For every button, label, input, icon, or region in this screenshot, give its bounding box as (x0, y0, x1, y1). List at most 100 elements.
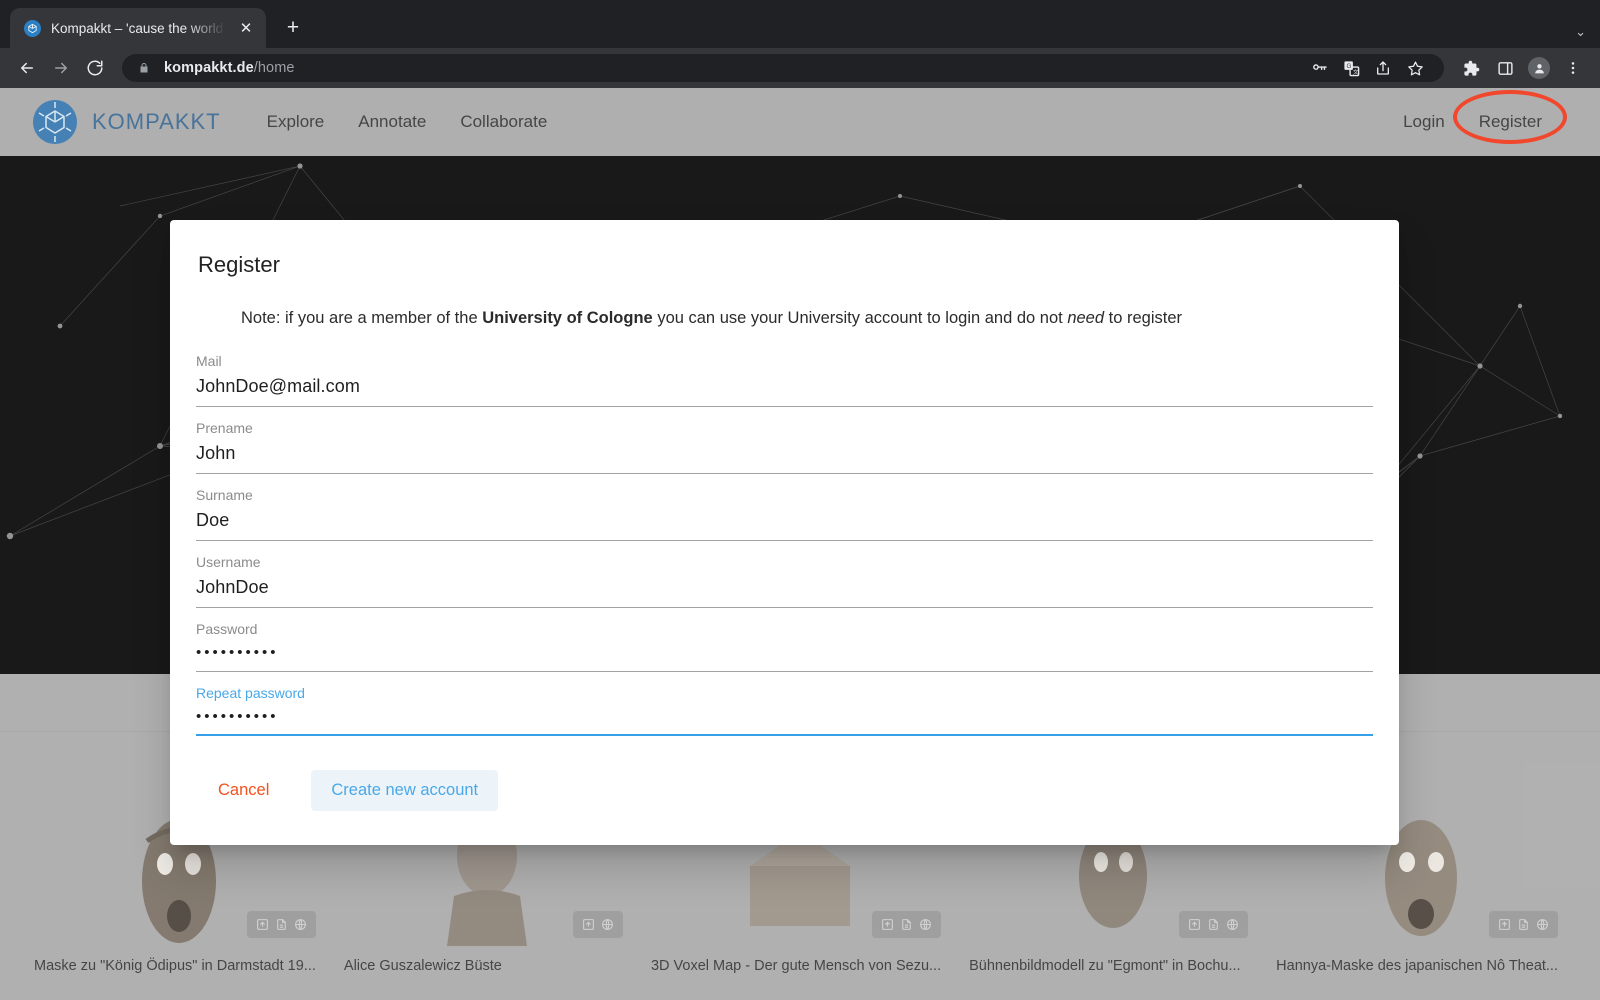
surname-input[interactable]: Doe (196, 510, 1373, 542)
note-after: to register (1104, 309, 1182, 327)
gallery-thumbnail (24, 992, 334, 1000)
translate-icon[interactable]: G文 (1336, 53, 1366, 83)
dialog-actions: Cancel Create new account (196, 770, 1373, 812)
thumbnail-badges (572, 911, 623, 938)
share-icon[interactable] (1368, 53, 1398, 83)
field-repeat-password: Repeat password •••••••••• (196, 685, 1373, 737)
cancel-button[interactable]: Cancel (198, 770, 289, 811)
site-logo[interactable]: KOMPAKKT (30, 97, 221, 147)
gallery-card[interactable] (24, 992, 334, 1000)
globe-icon[interactable] (292, 916, 309, 933)
field-label: Prename (196, 420, 253, 437)
login-button[interactable]: Login (1403, 112, 1445, 132)
upload-icon[interactable] (879, 916, 896, 933)
note-italic: need (1067, 309, 1105, 327)
field-label: Repeat password (196, 685, 305, 702)
side-panel-icon[interactable] (1490, 53, 1520, 83)
create-account-button[interactable]: Create new account (311, 770, 499, 812)
kompakkt-cube-logo-icon (30, 97, 80, 147)
thumbnail-badges (1489, 911, 1558, 938)
note-bold: University of Cologne (482, 309, 653, 327)
reload-icon[interactable] (80, 53, 110, 83)
field-mail: Mail JohnDoe@mail.com (196, 353, 1373, 408)
gallery-thumbnail (645, 992, 955, 1000)
dialog-note: Note: if you are a member of the Univers… (241, 308, 1373, 329)
kompakkt-favicon (24, 19, 41, 37)
note-before: Note: if you are a member of the (241, 309, 483, 327)
upload-icon[interactable] (580, 916, 597, 933)
new-tab-button[interactable]: + (278, 13, 308, 43)
avatar (1528, 57, 1550, 79)
nav-item-explore[interactable]: Explore (267, 112, 325, 132)
dialog-title: Register (198, 252, 280, 277)
field-label: Mail (196, 353, 222, 370)
tab-title: Kompakkt – 'cause the world is (51, 20, 226, 36)
upload-icon[interactable] (254, 916, 271, 933)
address-bar-url: kompakkt.de/home (164, 60, 295, 76)
site-logo-text: KOMPAKKT (92, 109, 221, 134)
gallery-card[interactable] (1266, 992, 1576, 1000)
password-key-icon[interactable] (1304, 53, 1334, 83)
field-password: Password •••••••••• (196, 621, 1373, 673)
close-icon[interactable]: ✕ (236, 18, 256, 38)
document-icon[interactable] (273, 916, 290, 933)
chevron-down-icon[interactable]: ⌄ (1575, 24, 1586, 40)
gallery-caption: Hannya-Maske des japanischen Nô Theat... (1276, 958, 1558, 974)
gallery-card[interactable] (334, 992, 644, 1000)
register-button-label: Register (1478, 112, 1542, 131)
browser-tab[interactable]: Kompakkt – 'cause the world is ✕ (10, 8, 266, 48)
repeat-password-input[interactable]: •••••••••• (196, 708, 1373, 737)
site-header: KOMPAKKT Explore Annotate Collaborate Lo… (0, 88, 1600, 156)
gallery-card[interactable] (955, 992, 1265, 1000)
field-surname: Surname Doe (196, 487, 1373, 542)
three-dot-menu-icon[interactable] (1558, 53, 1588, 83)
field-username: Username JohnDoe (196, 554, 1373, 609)
svg-text:G: G (1346, 62, 1351, 69)
gallery-caption: Bühnenbildmodell zu "Egmont" in Bochu... (969, 958, 1241, 974)
username-input[interactable]: JohnDoe (196, 577, 1373, 609)
address-bar[interactable]: kompakkt.de/home G文 (122, 54, 1444, 82)
forward-icon[interactable] (46, 53, 76, 83)
nav-item-annotate[interactable]: Annotate (358, 112, 426, 132)
document-icon[interactable] (1515, 916, 1532, 933)
profile-avatar-icon[interactable] (1524, 53, 1554, 83)
field-label: Surname (196, 487, 253, 504)
register-dialog: Register Note: if you are a member of th… (170, 220, 1399, 845)
tab-strip: Kompakkt – 'cause the world is ✕ + ⌄ (0, 0, 1600, 48)
lock-icon (136, 60, 152, 76)
main-nav: Explore Annotate Collaborate (267, 112, 548, 132)
gallery-card[interactable] (645, 992, 955, 1000)
globe-icon[interactable] (917, 916, 934, 933)
nav-item-collaborate[interactable]: Collaborate (460, 112, 547, 132)
gallery-thumbnail (334, 992, 644, 1000)
field-prename: Prename John (196, 420, 1373, 475)
url-path: /home (253, 60, 295, 76)
account-nav: Login Register (1403, 90, 1570, 144)
note-middle: you can use your University account to l… (652, 309, 1068, 327)
extensions-puzzle-icon[interactable] (1456, 53, 1486, 83)
gallery-caption: 3D Voxel Map - Der gute Mensch von Sezu.… (650, 958, 942, 974)
upload-icon[interactable] (1496, 916, 1513, 933)
password-input[interactable]: •••••••••• (196, 644, 1373, 673)
thumbnail-badges (246, 911, 316, 938)
prename-input[interactable]: John (196, 443, 1373, 475)
url-domain: kompakkt.de (164, 60, 254, 76)
browser-window: Kompakkt – 'cause the world is ✕ + ⌄ kom… (0, 0, 1600, 1000)
gallery-thumbnail (1266, 992, 1576, 1000)
field-label: Username (196, 554, 261, 571)
globe-icon[interactable] (1534, 916, 1551, 933)
field-label: Password (196, 621, 258, 638)
omnibox-actions: G文 (1304, 53, 1430, 83)
globe-icon[interactable] (1224, 916, 1241, 933)
globe-icon[interactable] (599, 916, 616, 933)
upload-icon[interactable] (1186, 916, 1203, 933)
register-button[interactable]: Register (1452, 90, 1567, 144)
thumbnail-badges (1179, 911, 1249, 938)
back-icon[interactable] (12, 53, 42, 83)
document-icon[interactable] (898, 916, 915, 933)
document-icon[interactable] (1205, 916, 1222, 933)
bookmark-star-icon[interactable] (1400, 53, 1430, 83)
gallery-thumbnail (955, 992, 1265, 1000)
gallery-caption: Alice Guszalewicz Büste (343, 958, 502, 974)
mail-input[interactable]: JohnDoe@mail.com (196, 376, 1373, 408)
